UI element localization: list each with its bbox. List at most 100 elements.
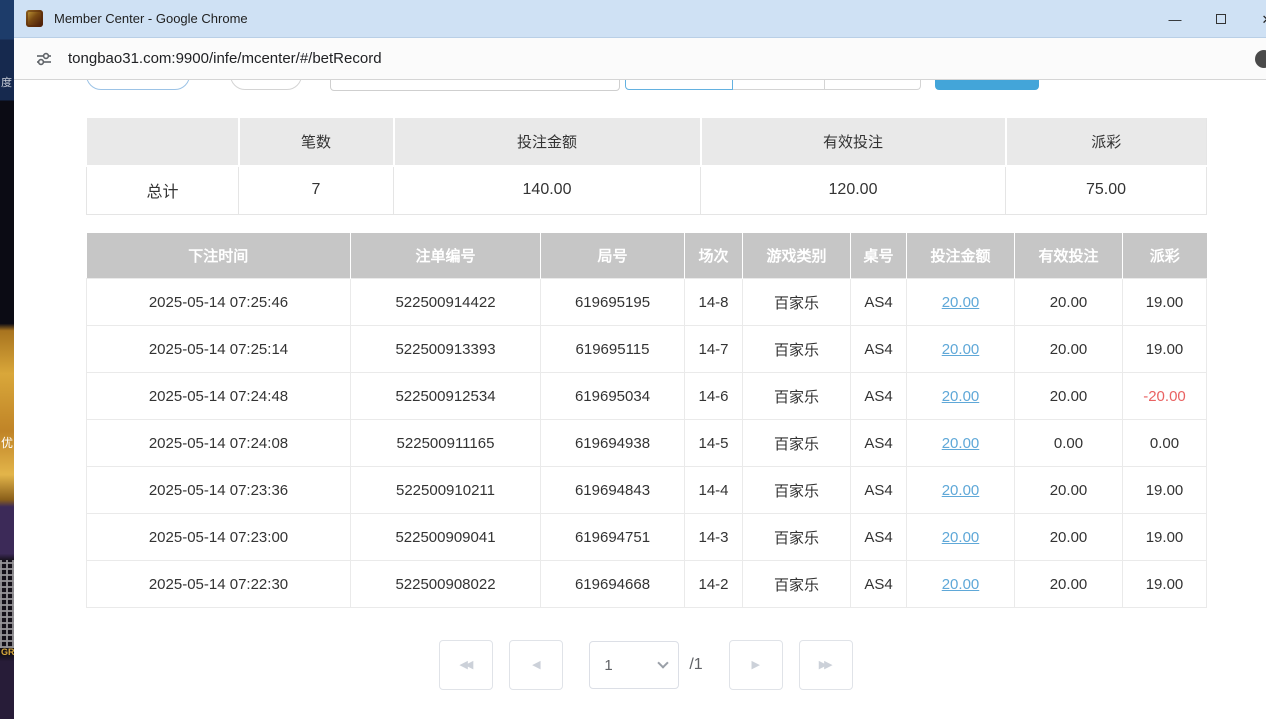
close-button[interactable]: ✕	[1244, 0, 1266, 38]
window-controls: — ✕	[1152, 0, 1266, 38]
bet-id-cell: 522500913393	[351, 326, 541, 373]
page-select[interactable]: 1	[589, 641, 679, 689]
valid-bet-cell: 20.00	[1015, 561, 1123, 608]
round-cell: 619694668	[541, 561, 685, 608]
round-cell: 619694843	[541, 467, 685, 514]
bet-time-cell: 2025-05-14 07:24:48	[87, 373, 351, 420]
page-content: 笔数 投注金额 有效投注 派彩 总计 7 140.00 120.00 75.00	[14, 80, 1266, 719]
address-url[interactable]: tongbao31.com:9900/infe/mcenter/#/betRec…	[68, 50, 382, 67]
bet-id-cell: 522500909041	[351, 514, 541, 561]
page-total: /1	[689, 656, 702, 674]
bet-time-cell: 2025-05-14 07:22:30	[87, 561, 351, 608]
payout-cell: 19.00	[1123, 514, 1207, 561]
session-cell: 14-3	[685, 514, 743, 561]
bet-time-cell: 2025-05-14 07:23:00	[87, 514, 351, 561]
payout-cell: 19.00	[1123, 561, 1207, 608]
table-row: 2025-05-14 07:24:48 522500912534 6196950…	[87, 373, 1207, 420]
summary-valid-bet-value: 120.00	[701, 166, 1006, 214]
bet-amount-link[interactable]: 20.00	[942, 388, 980, 405]
valid-bet-cell: 0.00	[1015, 420, 1123, 467]
valid-bet-cell: 20.00	[1015, 279, 1123, 326]
window-title: Member Center - Google Chrome	[54, 11, 248, 26]
next-page-button[interactable]: ▶	[729, 640, 783, 690]
table-row: 2025-05-14 07:23:00 522500909041 6196947…	[87, 514, 1207, 561]
bet-amount-cell: 20.00	[907, 420, 1015, 467]
next-page-icon: ▶	[751, 660, 759, 671]
table-row: 2025-05-14 07:25:14 522500913393 6196951…	[87, 326, 1207, 373]
table-no-cell: AS4	[851, 279, 907, 326]
round-cell: 619695034	[541, 373, 685, 420]
summary-payout-value: 75.00	[1006, 166, 1207, 214]
app-icon	[26, 10, 43, 27]
minimize-button[interactable]: —	[1152, 0, 1198, 38]
bet-amount-link[interactable]: 20.00	[942, 576, 980, 593]
strip-text-fragment: 优	[1, 437, 13, 449]
summary-header-count: 笔数	[239, 118, 394, 166]
table-no-cell: AS4	[851, 326, 907, 373]
bet-time-cell: 2025-05-14 07:25:46	[87, 279, 351, 326]
bet-amount-link[interactable]: 20.00	[942, 529, 980, 546]
strip-text-fragment: 度	[1, 78, 12, 89]
header-payout: 派彩	[1123, 233, 1207, 279]
last-page-icon: ▶▶	[819, 660, 830, 671]
filter-pill-button[interactable]	[86, 80, 190, 90]
maximize-button[interactable]	[1198, 0, 1244, 38]
date-option-button-3[interactable]	[825, 80, 921, 90]
game-type-cell: 百家乐	[743, 561, 851, 608]
secondary-pill-button[interactable]	[230, 80, 302, 90]
payout-cell: 19.00	[1123, 279, 1207, 326]
page-select-wrap: 1	[589, 641, 679, 689]
bet-amount-link[interactable]: 20.00	[942, 341, 980, 358]
summary-header-blank	[87, 118, 239, 166]
bet-time-cell: 2025-05-14 07:25:14	[87, 326, 351, 373]
valid-bet-cell: 20.00	[1015, 373, 1123, 420]
game-type-cell: 百家乐	[743, 420, 851, 467]
bet-record-table: 下注时间 注单编号 局号 场次 游戏类别 桌号 投注金额 有效投注 派彩 202…	[86, 233, 1207, 609]
game-type-cell: 百家乐	[743, 373, 851, 420]
site-settings-icon[interactable]	[32, 47, 56, 71]
pagination: ◀◀ ◀ 1 /1 ▶ ▶▶	[86, 640, 1206, 690]
summary-header-payout: 派彩	[1006, 118, 1207, 166]
bet-amount-cell: 20.00	[907, 279, 1015, 326]
bet-amount-link[interactable]: 20.00	[942, 482, 980, 499]
last-page-button[interactable]: ▶▶	[799, 640, 853, 690]
session-cell: 14-2	[685, 561, 743, 608]
bet-amount-link[interactable]: 20.00	[942, 294, 980, 311]
header-bet-amount: 投注金额	[907, 233, 1015, 279]
session-cell: 14-6	[685, 373, 743, 420]
url-bar: tongbao31.com:9900/infe/mcenter/#/betRec…	[14, 38, 1266, 80]
table-no-cell: AS4	[851, 467, 907, 514]
valid-bet-cell: 20.00	[1015, 326, 1123, 373]
search-submit-button[interactable]	[935, 80, 1039, 90]
background-page-strip: 度 优 GR	[0, 0, 14, 719]
round-cell: 619694938	[541, 420, 685, 467]
bet-id-cell: 522500910211	[351, 467, 541, 514]
prev-page-icon: ◀	[532, 660, 540, 671]
table-row: 2025-05-14 07:23:36 522500910211 6196948…	[87, 467, 1207, 514]
screen: 度 优 GR Member Center - Google Chrome — ✕	[0, 0, 1266, 719]
bet-amount-link[interactable]: 20.00	[942, 435, 980, 452]
session-cell: 14-5	[685, 420, 743, 467]
titlebar: Member Center - Google Chrome — ✕	[14, 0, 1266, 38]
bet-time-cell: 2025-05-14 07:24:08	[87, 420, 351, 467]
qr-code-fragment	[0, 560, 14, 648]
game-type-cell: 百家乐	[743, 326, 851, 373]
table-no-cell: AS4	[851, 373, 907, 420]
browser-window: Member Center - Google Chrome — ✕	[14, 0, 1266, 719]
date-option-button-2[interactable]	[733, 80, 825, 90]
search-input[interactable]	[330, 80, 620, 91]
summary-header-bet-amount: 投注金额	[394, 118, 701, 166]
prev-page-button[interactable]: ◀	[509, 640, 563, 690]
session-cell: 14-8	[685, 279, 743, 326]
first-page-button[interactable]: ◀◀	[439, 640, 493, 690]
session-cell: 14-7	[685, 326, 743, 373]
valid-bet-cell: 20.00	[1015, 514, 1123, 561]
round-cell: 619695115	[541, 326, 685, 373]
summary-total-label: 总计	[87, 166, 239, 214]
date-option-button-1[interactable]	[625, 80, 733, 90]
header-valid-bet: 有效投注	[1015, 233, 1123, 279]
browser-right-icon[interactable]	[1255, 50, 1266, 68]
bet-id-cell: 522500914422	[351, 279, 541, 326]
header-table-no: 桌号	[851, 233, 907, 279]
bet-amount-cell: 20.00	[907, 373, 1015, 420]
